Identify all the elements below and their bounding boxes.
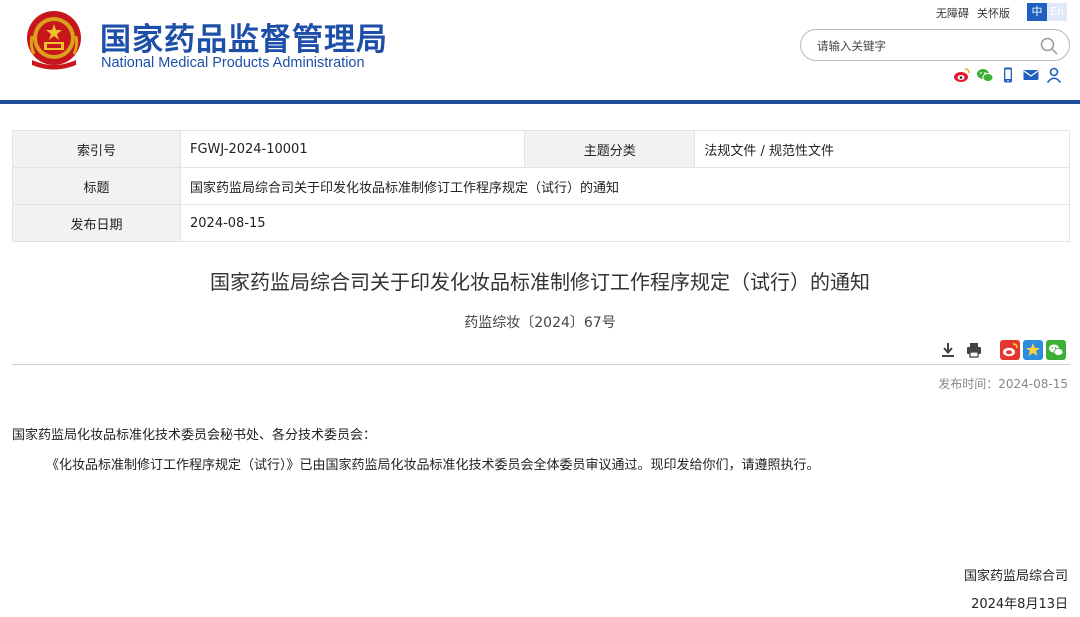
lang-en-button[interactable]: En (1047, 3, 1067, 21)
site-title-cn[interactable]: 国家药品监督管理局 (100, 14, 388, 59)
search-icon[interactable] (1039, 36, 1059, 56)
share-weibo-icon[interactable] (1000, 340, 1020, 360)
weibo-icon[interactable] (953, 66, 971, 84)
mobile-icon[interactable] (999, 66, 1017, 84)
table-row: 发布日期 2024-08-15 (12, 204, 1070, 242)
salutation: 国家药监局化妆品标准化技术委员会秘书处、各分技术委员会： (12, 428, 377, 443)
category-value: 法规文件 / 规范性文件 (694, 130, 1070, 168)
article-title: 国家药监局综合司关于印发化妆品标准制修订工作程序规定（试行）的通知 (210, 270, 870, 294)
national-emblem-icon (27, 11, 81, 70)
favorite-icon[interactable] (1023, 340, 1043, 360)
index-value: FGWJ-2024-10001 (179, 130, 526, 168)
sign-date: 2024年8月13日 (971, 597, 1068, 612)
table-row: 索引号 FGWJ-2024-10001 主题分类 法规文件 / 规范性文件 (12, 130, 1070, 168)
lang-cn-button[interactable]: 中 (1027, 3, 1047, 21)
title-value: 国家药监局综合司关于印发化妆品标准制修订工作程序规定（试行）的通知 (180, 167, 1070, 205)
print-icon[interactable] (964, 340, 984, 360)
date-value: 2024-08-15 (180, 204, 1070, 242)
header-divider (0, 100, 1080, 104)
top-links: 无障碍 关怀版 (936, 5, 1018, 21)
social-links (953, 66, 1063, 84)
site-title-en[interactable]: National Medical Products Administration (101, 55, 365, 71)
date-label: 发布日期 (12, 204, 181, 242)
elderly-mode-link[interactable]: 关怀版 (977, 7, 1010, 20)
accessibility-link[interactable]: 无障碍 (936, 7, 969, 20)
category-label: 主题分类 (524, 130, 696, 168)
article-paragraph: 《化妆品标准制修订工作程序规定（试行）》已由国家药监局化妆品标准化技术委员会全体… (46, 458, 820, 473)
article-divider (12, 364, 1070, 365)
user-icon[interactable] (1045, 66, 1063, 84)
signer: 国家药监局综合司 (963, 569, 1068, 584)
article-toolbar (938, 340, 1066, 360)
site-header: 国家药品监督管理局 National Medical Products Admi… (0, 0, 1080, 100)
download-icon[interactable] (938, 340, 958, 360)
share-wechat-icon[interactable] (1046, 340, 1066, 360)
search-input[interactable] (817, 37, 1027, 55)
title-label: 标题 (12, 167, 181, 205)
document-info-table: 索引号 FGWJ-2024-10001 主题分类 法规文件 / 规范性文件 标题… (12, 130, 1070, 242)
search-box (800, 29, 1070, 61)
document-number: 药监综妆〔2024〕67号 (464, 315, 616, 331)
wechat-icon[interactable] (976, 66, 994, 84)
publish-time: 发布时间：2024-08-15 (938, 377, 1068, 391)
table-row: 标题 国家药监局综合司关于印发化妆品标准制修订工作程序规定（试行）的通知 (12, 167, 1070, 205)
mail-icon[interactable] (1022, 66, 1040, 84)
index-label: 索引号 (12, 130, 181, 168)
language-switch: 中 En (1027, 3, 1067, 21)
